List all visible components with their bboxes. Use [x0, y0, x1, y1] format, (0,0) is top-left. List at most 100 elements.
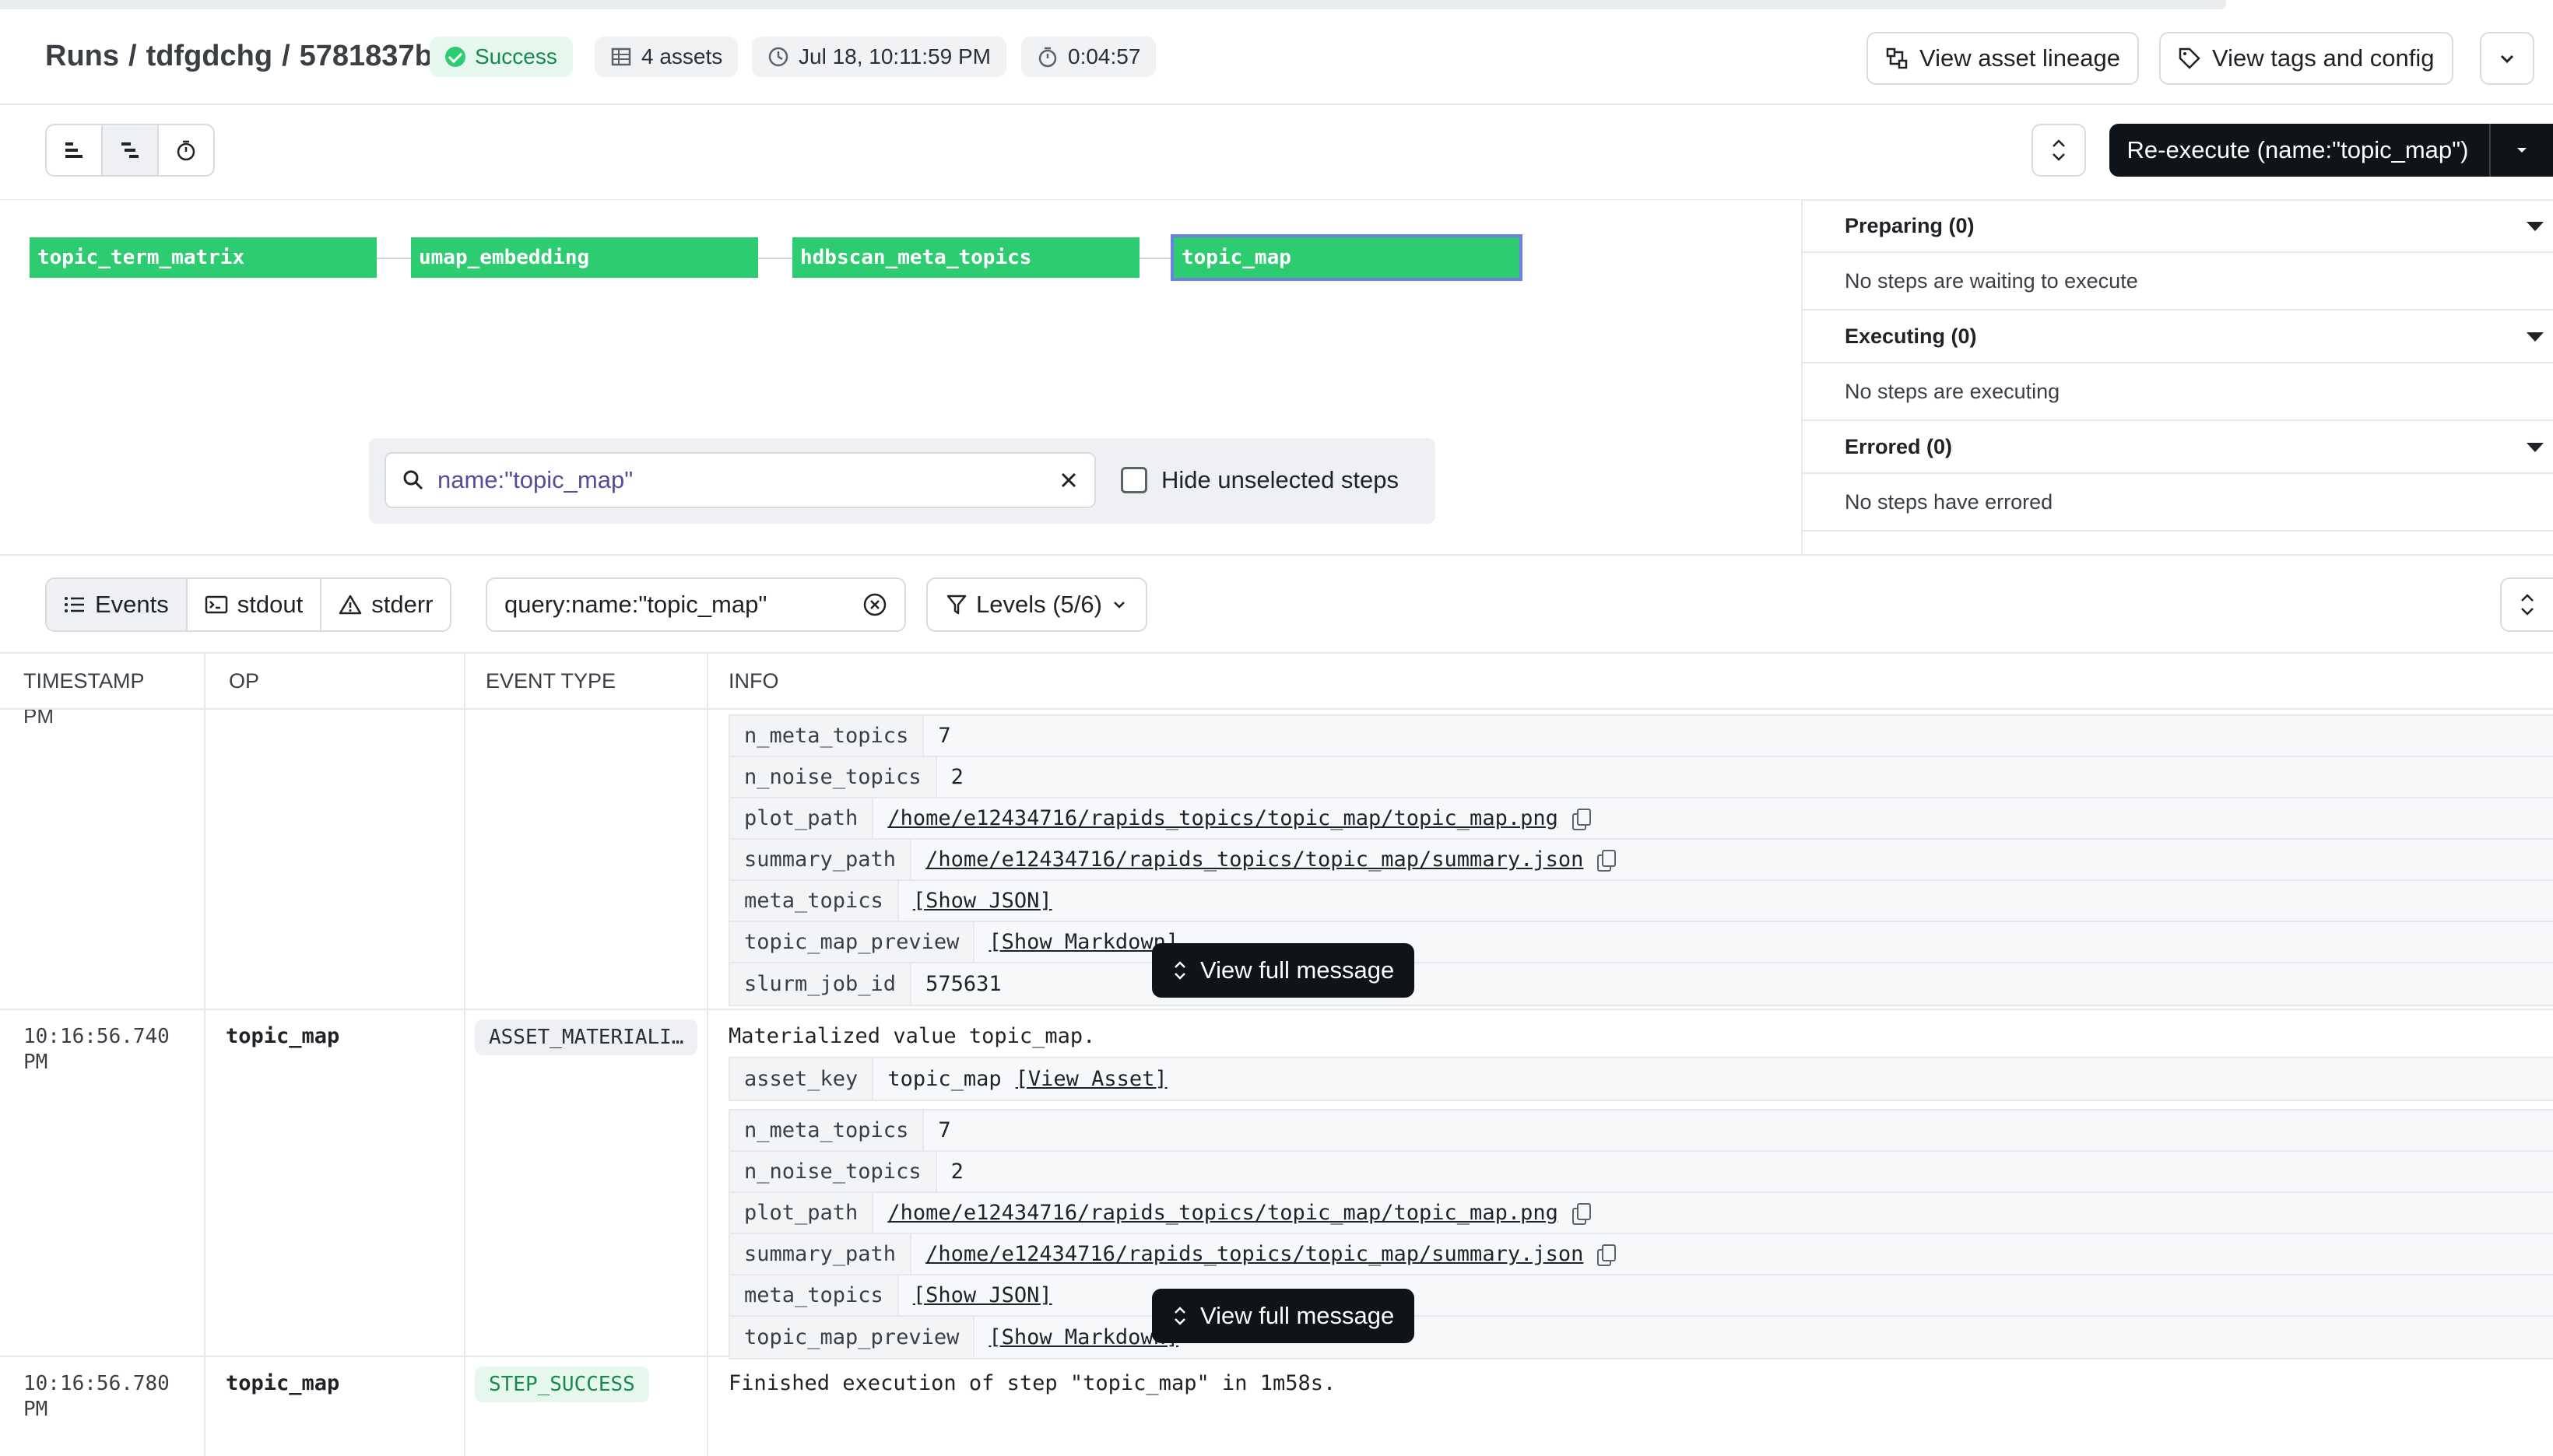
show-json-link[interactable]: [Show JSON] — [913, 1283, 1052, 1307]
metadata-row: asset_key topic_map [View Asset] — [730, 1058, 2553, 1100]
summary-path-link[interactable]: /home/e12434716/rapids_topics/topic_map/… — [925, 847, 1583, 872]
copy-icon[interactable] — [1571, 1202, 1591, 1225]
copy-icon[interactable] — [1571, 808, 1591, 830]
view-mode-toggle — [45, 124, 215, 177]
show-markdown-link[interactable]: [Show Markdown] — [989, 930, 1178, 954]
expand-vertical-icon — [1175, 1307, 1185, 1325]
row-timestamp: 10:16:56.780 PM — [0, 1357, 205, 1456]
row-info: n_meta_topics 7 n_noise_topics 2 plot_path… — [708, 710, 2553, 1009]
top-progress-strip — [0, 0, 2226, 9]
column-op: OP — [205, 654, 465, 708]
toggle-panel-size-button[interactable] — [2032, 124, 2086, 177]
list-icon — [65, 597, 84, 612]
copy-icon[interactable] — [1597, 1244, 1617, 1266]
copy-icon[interactable] — [1597, 849, 1617, 872]
succeeded-section-header-partial — [1803, 532, 2553, 554]
errored-section-body: No steps have errored — [1803, 474, 2553, 532]
metadata-row: summary_path/home/e12434716/rapids_topic… — [730, 1234, 2553, 1275]
show-json-link[interactable]: [Show JSON] — [913, 889, 1052, 913]
event-type-badge: ASSET_MATERIALI… — [475, 1019, 698, 1055]
gantt-icon — [65, 142, 83, 158]
clear-search-icon[interactable] — [1059, 470, 1079, 490]
gantt-view-button[interactable] — [47, 125, 103, 175]
view-asset-lineage-button[interactable]: View asset lineage — [1866, 32, 2139, 85]
levels-dropdown[interactable]: Levels (5/6) — [926, 577, 1147, 632]
plot-path-link[interactable]: /home/e12434716/rapids_topics/topic_map/… — [887, 806, 1558, 830]
log-type-tabs: Events stdout stderr — [45, 577, 452, 632]
table-row: 10:16:56.740 PM topic_map ASSET_MATERIAL… — [0, 1010, 2553, 1360]
column-timestamp: TIMESTAMP — [0, 654, 205, 708]
breadcrumb-runs[interactable]: Runs — [45, 40, 119, 73]
metadata-row: topic_map_preview [Show Markdown] — [730, 922, 2553, 963]
graph-edge — [758, 258, 794, 259]
view-tags-config-button[interactable]: View tags and config — [2159, 32, 2453, 85]
show-markdown-link[interactable]: [Show Markdown] — [989, 1325, 1178, 1349]
graph-node-topic-term-matrix[interactable]: topic_term_matrix — [30, 237, 377, 278]
errored-section-header[interactable]: Errored (0) — [1803, 421, 2553, 474]
toggle-logs-size-button[interactable] — [2500, 577, 2553, 632]
metadata-row: n_meta_topics 7 — [730, 1110, 2553, 1152]
step-search-value: name:"topic_map" — [437, 466, 634, 493]
graph-node-umap-embedding[interactable]: umap_embedding — [411, 237, 758, 278]
expand-vertical-icon — [1175, 961, 1185, 980]
metadata-row: n_noise_topics 2 — [730, 1152, 2553, 1193]
view-asset-link[interactable]: [View Asset] — [1016, 1067, 1168, 1091]
assets-count: 4 assets — [641, 44, 723, 68]
executing-section-body: No steps are executing — [1803, 363, 2553, 421]
metadata-row: topic_map_preview [Show Markdown] — [730, 1317, 2553, 1358]
event-type-badge: STEP_SUCCESS — [475, 1367, 649, 1402]
log-filter-value: query:name:"topic_map" — [504, 591, 767, 618]
graph-node-topic-map[interactable]: topic_map — [1171, 234, 1522, 281]
row-info: Finished execution of step "topic_map" i… — [708, 1357, 2553, 1456]
executing-section-header[interactable]: Executing (0) — [1803, 310, 2553, 363]
metadata-row: meta_topics [Show JSON] — [730, 1275, 2553, 1317]
success-check-icon — [445, 47, 465, 67]
filter-icon — [946, 595, 967, 615]
metadata-row: plot_path/home/e12434716/rapids_topics/t… — [730, 1193, 2553, 1234]
more-actions-button[interactable] — [2480, 32, 2534, 85]
assets-badge[interactable]: 4 assets — [595, 37, 739, 77]
summary-path-link[interactable]: /home/e12434716/rapids_topics/topic_map/… — [925, 1242, 1583, 1266]
metadata-row: slurm_job_id 575631 — [730, 963, 2553, 1005]
waterfall-view-button[interactable] — [103, 125, 159, 175]
collapse-caret-icon — [2527, 222, 2544, 231]
run-status-label: Success — [475, 44, 557, 68]
table-row: PM n_meta_topics 7 n_noise_topics 2 plot_p… — [0, 710, 2553, 1010]
log-filter-input[interactable]: query:name:"topic_map" — [486, 577, 906, 632]
metadata-row: n_noise_topics 2 — [730, 757, 2553, 798]
clear-filter-icon[interactable] — [862, 592, 887, 617]
reexecute-button[interactable]: Re-execute (name:"topic_map") — [2109, 124, 2553, 177]
graph-edge — [1140, 258, 1172, 259]
breadcrumb-job[interactable]: tdfgdchg — [146, 40, 273, 73]
reexecute-options-button[interactable] — [2489, 124, 2553, 177]
row-event-type: ASSET_MATERIALI… — [465, 1010, 708, 1356]
view-full-message-button[interactable]: View full message — [1152, 943, 1415, 998]
hide-unselected-toggle[interactable]: Hide unselected steps — [1121, 466, 1399, 494]
step-search-input[interactable]: name:"topic_map" — [385, 452, 1096, 508]
run-start-badge: Jul 18, 10:11:59 PM — [752, 37, 1006, 77]
tab-stderr[interactable]: stderr — [321, 579, 450, 630]
collapse-caret-icon — [2527, 443, 2544, 452]
warning-icon — [339, 595, 362, 615]
row-op[interactable]: topic_map — [205, 1357, 465, 1456]
row-timestamp: PM — [0, 710, 205, 1009]
row-info: Materialized value topic_map. asset_key t… — [708, 1010, 2553, 1360]
graph-node-hdbscan-meta-topics[interactable]: hdbscan_meta_topics — [792, 237, 1140, 278]
row-op[interactable]: topic_map — [205, 1010, 465, 1356]
logs-toolbar: Events stdout stderr query:name:"topic_m… — [0, 554, 2553, 654]
breadcrumb-run-id: 5781837b — [299, 40, 433, 72]
view-full-message-button[interactable]: View full message — [1152, 1289, 1415, 1343]
clock-icon — [768, 47, 788, 67]
timer-view-button[interactable] — [159, 125, 213, 175]
preparing-section-header[interactable]: Preparing (0) — [1803, 200, 2553, 253]
tab-stdout[interactable]: stdout — [188, 579, 322, 630]
search-icon — [403, 470, 423, 490]
asset-key-table: asset_key topic_map [View Asset] — [729, 1057, 2553, 1101]
metadata-row: meta_topics [Show JSON] — [730, 881, 2553, 922]
graph-edge — [377, 258, 413, 259]
plot-path-link[interactable]: /home/e12434716/rapids_topics/topic_map/… — [887, 1201, 1558, 1225]
run-status-badge: Success — [430, 37, 573, 77]
tab-events[interactable]: Events — [47, 579, 188, 630]
table-icon — [611, 47, 631, 66]
hide-unselected-checkbox[interactable] — [1121, 467, 1147, 493]
